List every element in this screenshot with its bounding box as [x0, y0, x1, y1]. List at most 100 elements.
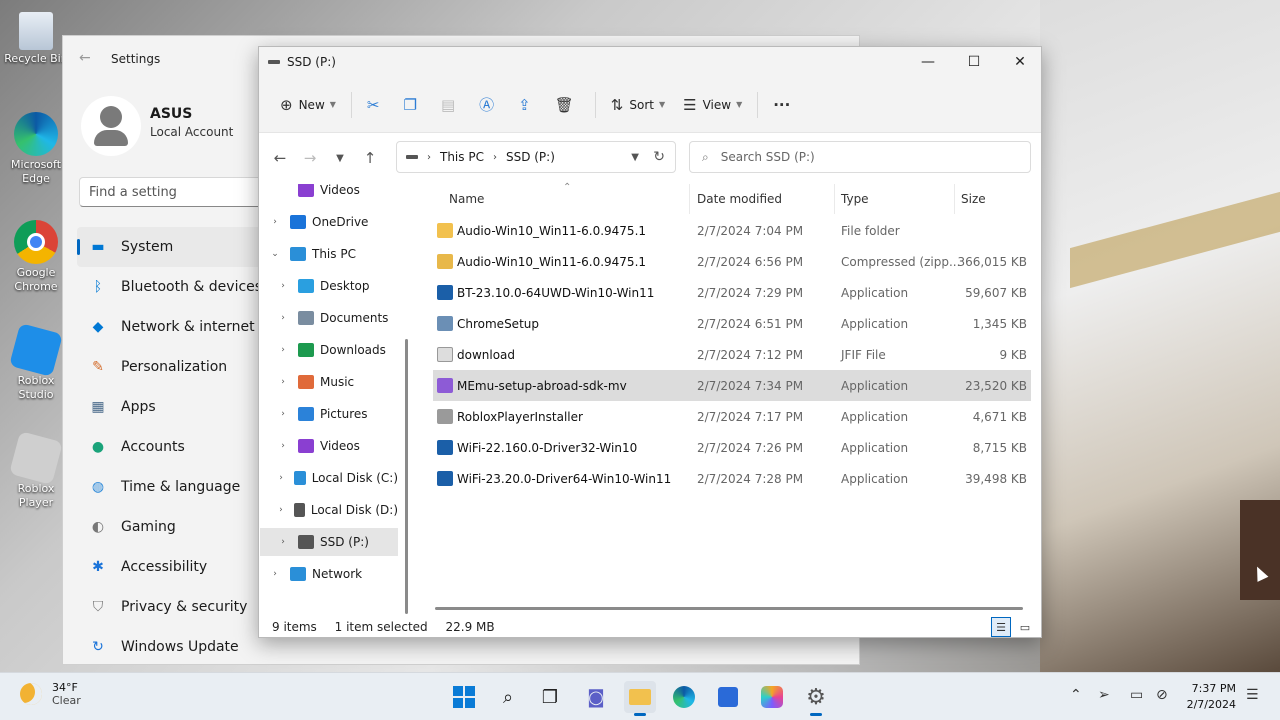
tree-item-videos[interactable]: Videos — [260, 184, 398, 204]
address-bar[interactable]: › This PC › SSD (P:) ▼ ↻ — [396, 141, 676, 173]
back-arrow-icon[interactable]: ← — [265, 149, 295, 167]
start-button[interactable] — [448, 681, 480, 713]
file-row[interactable]: Audio-Win10_Win11-6.0.9475.1 2/7/2024 7:0… — [433, 215, 1031, 246]
chevron-right-icon[interactable]: › — [276, 377, 290, 387]
desktop-icon-recycle-bin[interactable]: Recycle Bin — [4, 12, 68, 66]
nav-scrollbar[interactable] — [405, 339, 408, 614]
settings-taskbar-button[interactable]: ⚙ — [800, 681, 832, 716]
location-icon[interactable]: ➢ — [1098, 687, 1110, 703]
network-icon[interactable]: ▭ — [1130, 687, 1143, 703]
tree-item-desktop[interactable]: › Desktop — [260, 272, 398, 300]
desktop-icon-roblox-player[interactable]: Roblox Player — [4, 431, 68, 510]
tree-item-music[interactable]: › Music — [260, 368, 398, 396]
desktop-icon-chrome[interactable]: Google Chrome — [4, 220, 68, 294]
close-button[interactable]: ✕ — [997, 47, 1043, 77]
search-button[interactable]: ⌕ — [492, 681, 524, 713]
minimize-button[interactable]: — — [905, 47, 951, 77]
tree-item-pictures[interactable]: › Pictures — [260, 400, 398, 428]
file-row[interactable]: Audio-Win10_Win11-6.0.9475.1 2/7/2024 6:5… — [433, 246, 1031, 277]
file-row[interactable]: WiFi-22.160.0-Driver32-Win10 2/7/2024 7:2… — [433, 432, 1031, 463]
avatar[interactable] — [81, 96, 141, 156]
find-setting-input[interactable]: Find a setting — [79, 177, 269, 207]
chevron-up-icon[interactable]: ⌃ — [1070, 687, 1082, 703]
horizontal-scrollbar[interactable] — [435, 607, 1023, 610]
file-row[interactable]: MEmu-setup-abroad-sdk-mv 2/7/2024 7:34 PM… — [433, 370, 1031, 401]
rename-button[interactable]: Ⓐ — [470, 88, 509, 122]
tree-item-videos[interactable]: › Videos — [260, 432, 398, 460]
chevron-down-icon[interactable]: ⌄ — [268, 249, 282, 259]
chevron-right-icon[interactable]: › — [276, 281, 290, 291]
new-button[interactable]: ⊕ New ▼ — [271, 88, 345, 122]
volume-muted-icon[interactable]: ⊘ — [1156, 687, 1168, 703]
column-name[interactable]: Name — [449, 192, 484, 206]
refresh-icon[interactable]: ↻ — [653, 149, 665, 165]
nav-item-personalization[interactable]: ✎ Personalization — [77, 347, 267, 387]
column-type[interactable]: Type — [841, 192, 869, 206]
chevron-right-icon[interactable]: › — [268, 569, 282, 579]
chevron-right-icon[interactable]: › — [276, 313, 290, 323]
more-options-button[interactable]: ··· — [764, 88, 805, 122]
file-row[interactable]: download 2/7/2024 7:12 PM JFIF File 9 KB — [433, 339, 1031, 370]
search-box[interactable]: ⌕ Search SSD (P:) — [689, 141, 1031, 173]
tree-item-downloads[interactable]: › Downloads — [260, 336, 398, 364]
chevron-right-icon[interactable]: › — [268, 217, 282, 227]
share-button[interactable]: ⇪ — [509, 88, 546, 122]
file-row[interactable]: ChromeSetup 2/7/2024 6:51 PM Application 1,… — [433, 308, 1031, 339]
maximize-button[interactable]: ☐ — [951, 47, 997, 77]
edge-taskbar-button[interactable] — [668, 681, 700, 713]
sort-button[interactable]: ⇅ Sort ▼ — [602, 88, 674, 122]
file-row[interactable]: RobloxPlayerInstaller 2/7/2024 7:17 PM App… — [433, 401, 1031, 432]
nav-item-gaming[interactable]: ◐ Gaming — [77, 507, 267, 547]
desktop-icon-edge[interactable]: Microsoft Edge — [4, 112, 68, 186]
title-bar[interactable]: SSD (P:) — ☐ ✕ — [259, 47, 1041, 77]
copy-button[interactable]: ❐ — [395, 88, 432, 122]
notification-icon[interactable]: ☰ — [1246, 687, 1259, 703]
chevron-right-icon[interactable]: › — [276, 409, 290, 419]
tree-item-local-disk-c[interactable]: › Local Disk (C:) — [260, 464, 398, 492]
nav-item-bluetooth[interactable]: ᛒ Bluetooth & devices — [77, 267, 267, 307]
column-date[interactable]: Date modified — [697, 192, 782, 206]
task-view-button[interactable]: ❐ — [534, 681, 566, 713]
chevron-right-icon[interactable]: › — [276, 505, 286, 515]
nav-item-system[interactable]: ▬ System — [77, 227, 267, 267]
tree-item-local-disk-d[interactable]: › Local Disk (D:) — [260, 496, 398, 524]
nav-item-time-language[interactable]: ◍ Time & language — [77, 467, 267, 507]
paste-button[interactable]: ▤ — [432, 88, 470, 122]
chevron-right-icon[interactable]: › — [276, 473, 286, 483]
nav-item-apps[interactable]: ▦ Apps — [77, 387, 267, 427]
chat-button[interactable]: ◙ — [580, 681, 612, 713]
breadcrumb-ssd[interactable]: SSD (P:) — [506, 150, 555, 164]
view-button[interactable]: ☰ View ▼ — [674, 88, 751, 122]
file-row[interactable]: BT-23.10.0-64UWD-Win10-Win11 2/7/2024 7:2… — [433, 277, 1031, 308]
chevron-right-icon[interactable]: › — [276, 441, 290, 451]
nav-item-windows-update[interactable]: ↻ Windows Update — [77, 627, 267, 667]
nav-item-network[interactable]: ◆ Network & internet — [77, 307, 267, 347]
nav-item-accounts[interactable]: ● Accounts — [77, 427, 267, 467]
nav-item-accessibility[interactable]: ✱ Accessibility — [77, 547, 267, 587]
tree-item-ssd-p[interactable]: › SSD (P:) — [260, 528, 398, 556]
details-view-button[interactable]: ☰ — [991, 617, 1011, 637]
chevron-right-icon[interactable]: › — [276, 537, 290, 547]
breadcrumb-this-pc[interactable]: This PC — [440, 150, 484, 164]
forward-arrow-icon[interactable]: → — [295, 149, 325, 167]
tiles-view-button[interactable]: ▭ — [1015, 617, 1035, 637]
tree-item-this-pc[interactable]: ⌄ This PC — [260, 240, 398, 268]
file-explorer-taskbar-button[interactable] — [624, 681, 656, 716]
back-arrow-icon[interactable]: ← — [79, 50, 91, 66]
tree-item-documents[interactable]: › Documents — [260, 304, 398, 332]
weather-widget[interactable]: 34°F Clear — [20, 681, 81, 707]
cut-button[interactable]: ✂ — [358, 88, 395, 122]
tree-item-network[interactable]: › Network — [260, 560, 398, 588]
column-size[interactable]: Size — [961, 192, 986, 206]
up-arrow-icon[interactable]: ↑ — [355, 149, 385, 167]
chevron-down-icon[interactable]: ▼ — [631, 152, 639, 163]
chevron-right-icon[interactable]: › — [276, 345, 290, 355]
store-taskbar-button[interactable] — [712, 681, 744, 713]
memu-taskbar-button[interactable] — [756, 681, 788, 713]
clock[interactable]: 7:37 PM 2/7/2024 — [1187, 681, 1236, 713]
nav-item-privacy[interactable]: ⛉ Privacy & security — [77, 587, 267, 627]
tree-item-onedrive[interactable]: › OneDrive — [260, 208, 398, 236]
recent-chevron-icon[interactable]: ▼ — [325, 153, 355, 164]
desktop-icon-roblox-studio[interactable]: Roblox Studio — [4, 323, 68, 402]
file-row[interactable]: WiFi-23.20.0-Driver64-Win10-Win11 2/7/202… — [433, 463, 1031, 494]
